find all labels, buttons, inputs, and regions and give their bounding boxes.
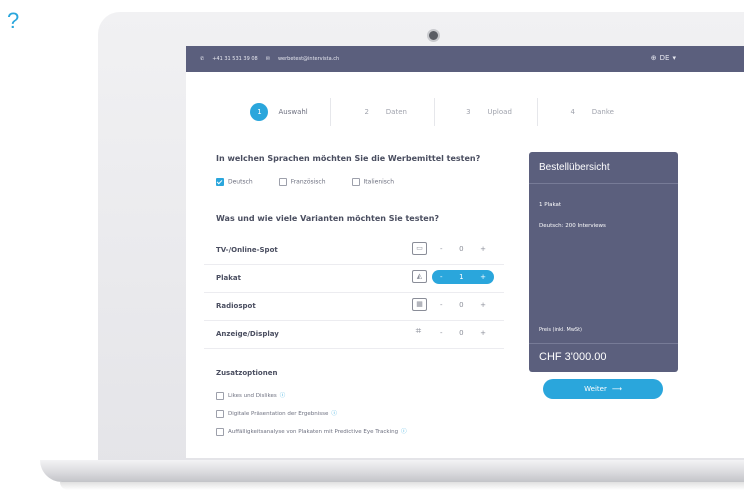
laptop-screen: ✆ +41 31 531 39 08 ✉ werbetest@intervist… <box>186 46 744 458</box>
checkbox-checked[interactable] <box>216 178 224 186</box>
summary-item: 1 Plakat <box>539 202 562 208</box>
progress-stepper: 1 Auswahl 2 Daten 3 Upload 4 Danke <box>228 98 640 126</box>
total-price: CHF 3'000.00 <box>539 351 607 363</box>
top-bar: ✆ +41 31 531 39 08 ✉ werbetest@intervist… <box>186 46 744 72</box>
mail-icon: ✉ <box>265 56 270 62</box>
variants-question: Was und wie viele Varianten möchten Sie … <box>216 214 440 223</box>
step-label: Auswahl <box>278 108 308 116</box>
variant-label: Anzeige/Display <box>216 330 279 338</box>
language-option-deutsch[interactable]: Deutsch <box>216 178 253 186</box>
order-summary: Bestellübersicht 1 Plakat Deutsch: 200 I… <box>529 152 678 372</box>
decrement-button[interactable]: - <box>440 329 443 337</box>
info-icon[interactable]: ⓘ <box>401 429 407 435</box>
increment-button[interactable]: + <box>480 245 486 253</box>
radio-icon: ▦ <box>412 298 427 311</box>
summary-item: Deutsch: 200 Interviews <box>539 223 606 229</box>
step-number: 4 <box>570 108 575 116</box>
phone-number[interactable]: +41 31 531 39 08 <box>212 56 258 62</box>
checkbox[interactable] <box>278 178 287 186</box>
checkbox[interactable] <box>351 178 360 186</box>
language-option-franzoesisch[interactable]: Französisch <box>278 178 326 186</box>
quantity-stepper: - 0 + <box>432 298 494 312</box>
next-button-label: Weiter <box>584 385 607 393</box>
selection-form: In welchen Sprachen möchten Sie die Werb… <box>204 138 504 458</box>
language-code: DE <box>659 54 670 62</box>
extra-option-eye-tracking[interactable]: Auffälligkeitsanalyse von Plakaten mit P… <box>216 427 407 436</box>
step-danke[interactable]: 4 Danke <box>538 98 640 126</box>
step-daten[interactable]: 2 Daten <box>331 98 435 126</box>
language-options: Deutsch Französisch Italienisch <box>216 178 394 186</box>
quantity-stepper: - 0 + <box>432 242 494 256</box>
step-auswahl[interactable]: 1 Auswahl <box>228 98 332 126</box>
quantity-stepper: - 0 + <box>432 326 494 340</box>
phone-icon: ✆ <box>200 56 205 62</box>
variant-row-tv: TV-/Online-Spot ▭ - 0 + <box>204 236 504 265</box>
checkbox[interactable] <box>216 391 224 400</box>
quantity-value: 0 <box>459 245 464 253</box>
decrement-button[interactable]: - <box>440 301 443 309</box>
variant-label: TV-/Online-Spot <box>216 246 278 254</box>
info-icon[interactable]: ⓘ <box>280 393 286 399</box>
laptop-base <box>40 460 744 482</box>
step-label: Daten <box>385 108 407 116</box>
next-button[interactable]: Weiter ⟶ <box>543 379 663 399</box>
step-upload[interactable]: 3 Upload <box>435 98 538 126</box>
globe-icon: ⊕ <box>650 54 657 62</box>
increment-button[interactable]: + <box>480 329 486 337</box>
step-number: 1 <box>250 103 269 121</box>
step-number: 3 <box>466 108 471 116</box>
decrement-button[interactable]: - <box>440 273 443 281</box>
laptop-shadow <box>60 482 744 490</box>
language-selector[interactable]: ⊕ DE ▾ <box>651 54 676 62</box>
email-address[interactable]: werbetest@intervista.ch <box>278 56 339 62</box>
summary-title: Bestellübersicht <box>539 162 610 173</box>
info-icon[interactable]: ⓘ <box>331 411 337 417</box>
variant-row-anzeige: Anzeige/Display ⌗ - 0 + <box>204 320 504 349</box>
checkbox[interactable] <box>216 409 224 418</box>
increment-button[interactable]: + <box>480 301 486 309</box>
variant-label: Radiospot <box>216 302 256 310</box>
quantity-value: 0 <box>459 329 464 337</box>
price-label: Preis (inkl. MwSt) <box>539 327 582 333</box>
step-label: Danke <box>591 108 614 116</box>
variant-row-radio: Radiospot ▦ - 0 + <box>204 292 504 321</box>
quantity-value: 0 <box>459 301 464 309</box>
step-number: 2 <box>364 108 370 116</box>
step-label: Upload <box>487 108 512 116</box>
tag-icon: ⌗ <box>415 326 422 337</box>
arrow-right-icon: ⟶ <box>611 385 622 393</box>
variant-row-plakat: Plakat ◭ - 1 + <box>204 264 504 293</box>
summary-divider <box>529 183 678 184</box>
video-icon: ▭ <box>412 242 427 255</box>
laptop-camera <box>427 29 440 42</box>
contact-info: ✆ +41 31 531 39 08 ✉ werbetest@intervist… <box>200 56 339 62</box>
checkbox[interactable] <box>216 427 224 436</box>
extra-option-praesentation[interactable]: Digitale Präsentation der Ergebnisse ⓘ <box>216 409 337 418</box>
languages-question: In welchen Sprachen möchten Sie die Werb… <box>216 154 481 163</box>
extra-option-likes[interactable]: Likes und Dislikes ⓘ <box>216 391 285 400</box>
quantity-stepper: - 1 + <box>432 270 494 284</box>
variant-label: Plakat <box>216 274 241 282</box>
increment-button[interactable]: + <box>480 273 486 281</box>
language-option-italienisch[interactable]: Italienisch <box>351 178 394 186</box>
decrement-button[interactable]: - <box>440 245 443 253</box>
image-icon: ◭ <box>412 270 427 283</box>
extras-title: Zusatzoptionen <box>216 369 278 377</box>
caret-down-icon: ▾ <box>672 54 676 62</box>
summary-divider <box>529 343 678 344</box>
quantity-value: 1 <box>459 273 464 281</box>
help-question-mark[interactable]: ? <box>7 8 19 34</box>
